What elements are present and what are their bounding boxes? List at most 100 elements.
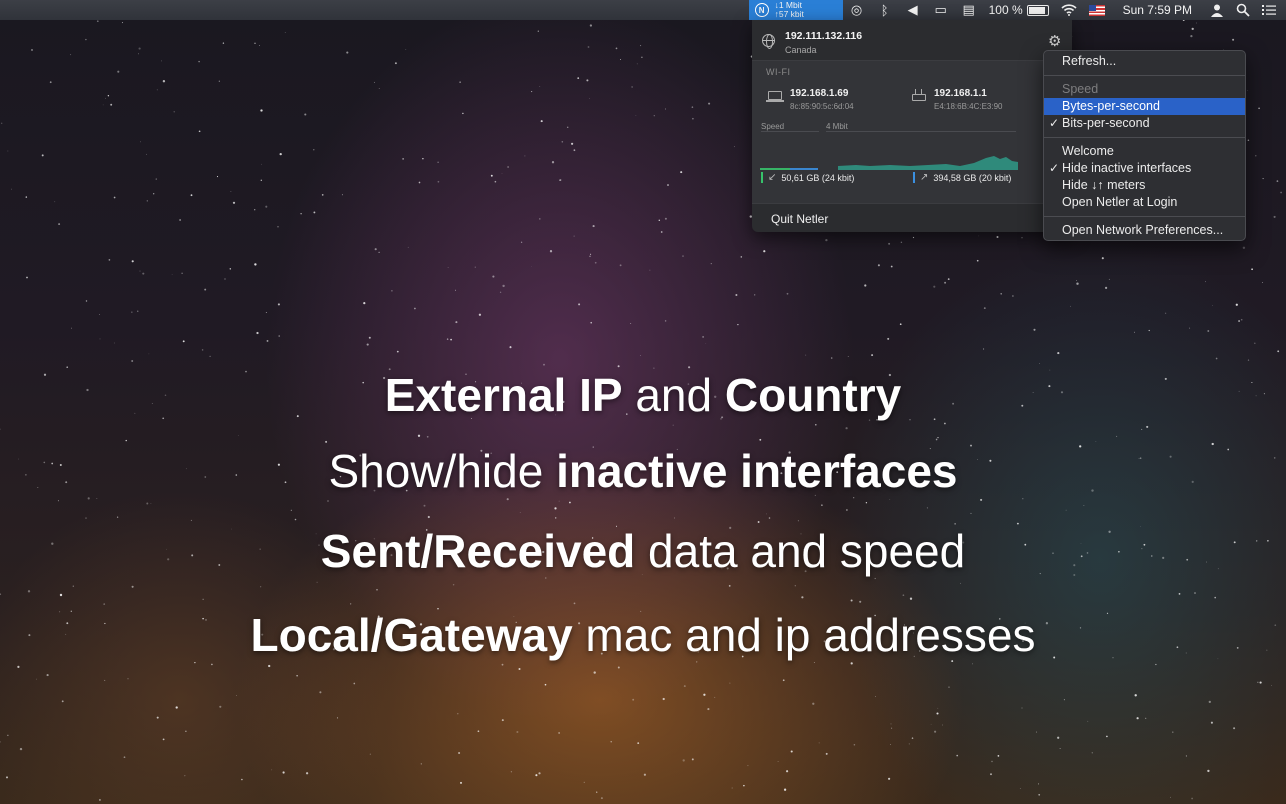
star <box>219 705 222 708</box>
star <box>936 712 939 715</box>
star <box>266 339 269 342</box>
star <box>353 682 356 685</box>
headline-external-ip: External IP and Country <box>0 368 1286 422</box>
menu-item-network-prefs[interactable]: Open Network Preferences... <box>1044 222 1245 239</box>
star <box>631 86 633 88</box>
gateway-device[interactable]: 192.168.1.1 E4:18:6B:4C:E3:90 <box>912 88 1003 111</box>
star <box>1148 329 1150 332</box>
star <box>182 340 185 343</box>
star <box>153 193 155 195</box>
star <box>1038 362 1040 364</box>
wifi-icon[interactable] <box>1055 0 1083 20</box>
volume-icon[interactable]: ◀ <box>899 0 927 20</box>
star <box>1091 752 1093 754</box>
menu-item-hide-inactive[interactable]: ✓ Hide inactive interfaces <box>1044 160 1245 177</box>
speed-graph <box>760 156 1018 170</box>
star <box>459 81 461 83</box>
star <box>731 787 733 789</box>
star <box>1033 328 1036 331</box>
star <box>437 180 440 183</box>
menu-item-open-at-login[interactable]: Open Netler at Login <box>1044 194 1245 211</box>
battery-status[interactable]: 100 % <box>983 0 1055 20</box>
quit-button[interactable]: Quit Netler <box>771 212 828 226</box>
star <box>127 678 129 680</box>
star <box>589 24 593 27</box>
menu-item-refresh[interactable]: Refresh... <box>1044 53 1245 70</box>
menu-item-hide-meters[interactable]: Hide ↓↑ meters <box>1044 177 1245 194</box>
star <box>190 519 192 521</box>
star <box>458 751 461 755</box>
external-ip-row[interactable]: 192.111.132.116 Canada <box>762 30 862 55</box>
star <box>960 582 961 584</box>
star <box>1257 681 1259 683</box>
star <box>204 288 207 291</box>
star <box>983 307 986 309</box>
download-color-bar <box>761 172 763 183</box>
local-device[interactable]: 192.168.1.69 8c:85:90:5c:6d:04 <box>766 88 854 111</box>
star <box>1210 721 1213 724</box>
star <box>664 320 667 322</box>
menu-item-welcome[interactable]: Welcome <box>1044 143 1245 160</box>
star <box>658 219 661 222</box>
checkmark-icon: ✓ <box>1049 161 1060 175</box>
star <box>313 211 316 214</box>
star <box>1038 793 1041 796</box>
star <box>544 683 547 686</box>
headline-text: mac and ip addresses <box>572 609 1036 661</box>
star <box>825 238 828 242</box>
star <box>107 95 110 97</box>
keyboard-icon[interactable]: ▤ <box>955 0 983 20</box>
star <box>194 661 196 664</box>
star <box>235 695 237 696</box>
star <box>108 259 111 261</box>
star <box>237 435 239 436</box>
star <box>875 695 876 697</box>
star <box>1194 592 1196 594</box>
star <box>786 292 789 295</box>
router-icon <box>912 89 926 101</box>
us-flag-icon[interactable] <box>1083 0 1111 20</box>
star <box>630 323 632 324</box>
star <box>222 42 225 44</box>
star <box>865 502 868 504</box>
menu-item-bits-per-second[interactable]: ✓ Bits-per-second <box>1044 115 1245 132</box>
star <box>455 321 458 324</box>
user-icon[interactable] <box>1204 0 1230 20</box>
menu-item-bytes-per-second[interactable]: Bytes-per-second <box>1044 98 1245 115</box>
search-icon[interactable] <box>1230 0 1256 20</box>
bluetooth-icon[interactable]: ᛒ <box>871 0 899 20</box>
star <box>539 86 541 87</box>
netler-status-item[interactable]: N ↓1 Mbit ↑57 kbit <box>748 0 843 20</box>
clock[interactable]: Sun 7:59 PM <box>1111 0 1204 20</box>
star <box>524 155 526 157</box>
star <box>417 434 421 437</box>
star <box>407 246 409 248</box>
star <box>216 176 219 178</box>
star <box>899 323 902 326</box>
star <box>947 278 950 281</box>
star <box>1146 425 1149 428</box>
star <box>708 102 711 105</box>
star <box>617 365 620 368</box>
star <box>402 158 404 160</box>
airplay-icon[interactable]: ▭ <box>927 0 955 20</box>
star <box>98 798 101 801</box>
star <box>944 422 946 425</box>
gear-icon[interactable]: ⚙ <box>1048 32 1061 50</box>
checkmark-icon: ✓ <box>1049 116 1060 130</box>
star <box>889 499 891 501</box>
star <box>478 313 482 316</box>
star <box>218 80 220 82</box>
target-icon[interactable]: ◎ <box>843 0 871 20</box>
star <box>636 63 638 65</box>
star <box>1215 357 1218 360</box>
headline-text: data and speed <box>635 525 966 577</box>
star <box>754 294 756 296</box>
star <box>427 515 430 519</box>
list-icon[interactable] <box>1256 0 1286 20</box>
star <box>1021 707 1023 709</box>
star <box>1087 720 1089 722</box>
star <box>49 81 52 84</box>
star <box>540 120 543 123</box>
star <box>96 497 98 500</box>
